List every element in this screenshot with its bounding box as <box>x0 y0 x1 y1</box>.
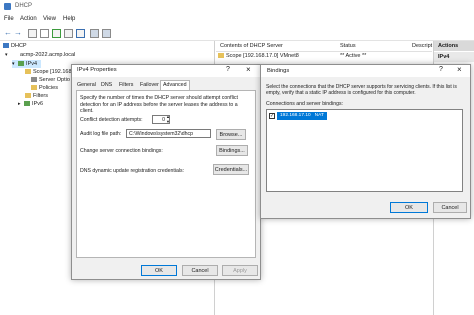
tree-item-dhcp[interactable]: DHCP <box>3 42 27 50</box>
server-icon[interactable] <box>90 29 99 38</box>
browse-button[interactable]: Browse... <box>216 129 246 140</box>
refresh-icon[interactable] <box>52 29 61 38</box>
policies-icon <box>31 85 37 91</box>
column-contents[interactable]: Contents of DHCP Server <box>220 43 283 49</box>
tree-item-server[interactable]: ▾ acmp-2022.acmp.local <box>5 51 75 59</box>
dialog-title-bar: IPv4 Properties ? × <box>72 65 260 77</box>
tab-dns[interactable]: DNS <box>99 81 114 90</box>
expand-icon[interactable]: ▸ <box>18 101 21 107</box>
bindings-list[interactable] <box>266 109 463 192</box>
bindings-cancel-button[interactable]: Cancel <box>433 202 467 213</box>
collapse-icon[interactable]: ▾ <box>12 61 15 67</box>
conflict-detection-label: Conflict detection attempts: <box>80 117 143 123</box>
back-icon[interactable]: ← <box>4 28 12 37</box>
column-status[interactable]: Status <box>340 43 356 49</box>
help-icon[interactable]: ? <box>439 66 443 73</box>
menu-file[interactable]: File <box>4 16 14 22</box>
column-description[interactable]: Descript <box>412 43 432 49</box>
tree-item-filters[interactable]: Filters <box>25 92 48 100</box>
menu-bar: File Action View Help <box>0 15 474 25</box>
audit-log-path-input[interactable]: C:\Windows\system32\dhcp <box>126 129 211 138</box>
spinner-down-icon[interactable]: ▼ <box>166 119 170 124</box>
help-icon[interactable]: ? <box>226 66 230 73</box>
menu-view[interactable]: View <box>43 16 56 22</box>
tree-item-policies[interactable]: Policies <box>31 84 58 92</box>
bindings-label: Change server connection bindings: <box>80 148 163 154</box>
credentials-button[interactable]: Credentials... <box>213 164 249 175</box>
bindings-ok-button[interactable]: OK <box>390 202 428 213</box>
close-icon[interactable]: × <box>246 65 251 74</box>
row-status: ** Active ** <box>340 53 367 59</box>
tree-item-ipv6[interactable]: ▸ IPv6 <box>18 100 43 108</box>
binding-label: 192.168.17.10 NAT <box>277 112 327 120</box>
forward-icon[interactable]: → <box>14 28 22 37</box>
apply-button[interactable]: Apply <box>222 265 258 276</box>
folder-icon <box>25 69 31 75</box>
ipv6-icon <box>24 101 31 107</box>
tree-item-ipv4[interactable]: ▾ IPv4 <box>12 60 42 68</box>
menu-action[interactable]: Action <box>20 16 37 22</box>
table-row[interactable]: Scope [192.168.17.0] VMnet8 ** Active ** <box>216 52 432 60</box>
tab-general[interactable]: General <box>75 81 98 90</box>
actions-item-ipv4[interactable]: IPv4 <box>434 52 474 62</box>
bindings-title-bar: Bindings ? × <box>261 65 470 77</box>
list-header: Contents of DHCP Server Status Descript <box>216 41 432 52</box>
ipv4-icon <box>18 61 25 67</box>
bindings-description: Select the connections that the DHCP ser… <box>266 84 457 96</box>
binding-checkbox[interactable]: ✓ <box>269 113 275 119</box>
monitor-icon[interactable] <box>102 29 111 38</box>
server-node-icon <box>12 52 18 57</box>
tree-item-server-options[interactable]: Server Optio <box>31 76 70 84</box>
window-title: DHCP <box>15 3 33 9</box>
cancel-button[interactable]: Cancel <box>182 265 218 276</box>
tab-failover[interactable]: Failover <box>138 81 161 90</box>
options-icon <box>31 77 37 83</box>
dhcp-icon <box>3 43 9 49</box>
title-bar: DHCP <box>0 0 474 14</box>
binding-item[interactable]: ✓ 192.168.17.10 NAT <box>269 112 335 120</box>
export-icon[interactable] <box>64 29 73 38</box>
filters-icon <box>25 93 31 99</box>
bindings-button[interactable]: Bindings... <box>216 145 248 156</box>
collapse-icon[interactable]: ▾ <box>5 51 8 59</box>
properties-icon[interactable] <box>40 29 49 38</box>
menu-help[interactable]: Help <box>63 16 75 22</box>
tab-filters[interactable]: Filters <box>117 81 135 90</box>
console-icon[interactable] <box>28 29 37 38</box>
row-name: Scope [192.168.17.0] VMnet8 <box>226 53 299 59</box>
close-icon[interactable]: × <box>457 65 462 74</box>
dns-credentials-label: DNS dynamic update registration credenti… <box>80 168 185 174</box>
audit-log-label: Audit log file path: <box>80 131 122 137</box>
bindings-list-label: Connections and server bindings: <box>266 101 343 107</box>
dialog-title: IPv4 Properties <box>77 67 117 73</box>
advanced-description: Specify the number of times the DHCP ser… <box>80 95 238 114</box>
bindings-title: Bindings <box>267 68 290 74</box>
ok-button[interactable]: OK <box>141 265 177 276</box>
actions-header: Actions <box>434 41 474 51</box>
dhcp-app-icon <box>4 3 11 10</box>
folder-icon <box>218 53 224 58</box>
help-icon[interactable] <box>76 29 85 38</box>
